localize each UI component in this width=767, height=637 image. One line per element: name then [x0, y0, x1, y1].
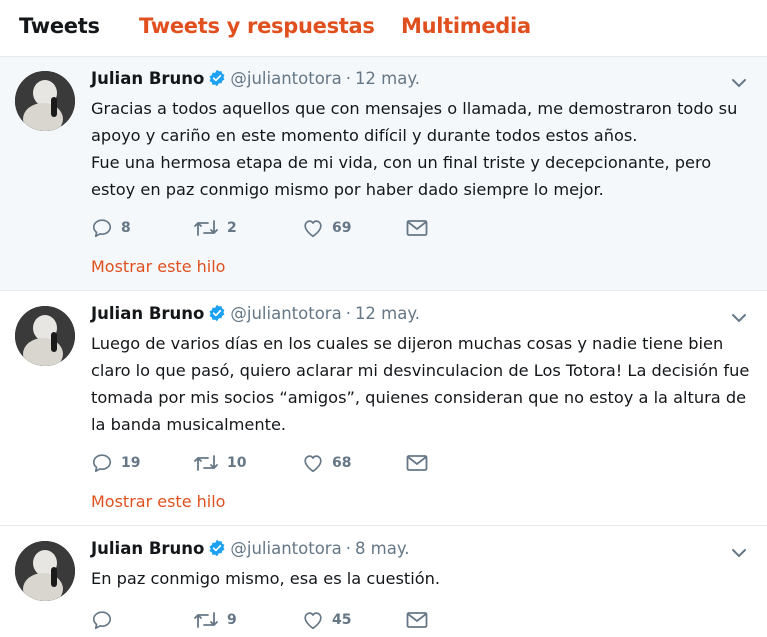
- show-thread-link[interactable]: Mostrar este hilo: [91, 257, 225, 276]
- heart-icon: [304, 220, 322, 238]
- reply-icon: [92, 454, 112, 473]
- like-button[interactable]: 68: [302, 452, 351, 474]
- show-thread-link[interactable]: Mostrar este hilo: [91, 492, 225, 511]
- tweet-date[interactable]: 12 may.: [355, 304, 420, 323]
- tweet-text-line: En paz conmigo mismo, esa es la cuestión…: [91, 569, 441, 588]
- retweet-button[interactable]: 9: [193, 609, 237, 631]
- retweet-icon: [194, 220, 218, 236]
- tweet-date[interactable]: 12 may.: [355, 69, 420, 88]
- display-name[interactable]: Julian Bruno: [91, 304, 204, 323]
- reply-button[interactable]: 19: [91, 452, 140, 474]
- separator: ·: [345, 539, 351, 558]
- direct-message-button[interactable]: [405, 217, 437, 239]
- tweet-text: Luego de varios días en los cuales se di…: [91, 330, 756, 438]
- avatar[interactable]: [15, 541, 75, 601]
- reply-count: 19: [121, 455, 141, 471]
- heart-icon: [304, 612, 322, 630]
- tweet-text-line: Luego de varios días en los cuales se di…: [91, 334, 750, 434]
- separator: ·: [345, 304, 351, 323]
- heart-icon: [304, 455, 322, 473]
- envelope-icon: [406, 612, 428, 628]
- retweet-button[interactable]: 10: [193, 452, 246, 474]
- chevron-down-icon[interactable]: [729, 308, 749, 328]
- tweet[interactable]: Julian Bruno @juliantotora · 8 may. En paz …: [0, 527, 767, 637]
- verified-badge-icon: [208, 69, 226, 91]
- tweet-text-line: Fue una hermosa etapa de mi vida, con un…: [91, 153, 712, 199]
- tweet-text-line: Gracias a todos aquellos que con mensaje…: [91, 99, 738, 145]
- tab-tweets-and-replies[interactable]: Tweets y respuestas: [139, 14, 375, 38]
- retweet-icon: [194, 612, 218, 628]
- verified-badge-icon: [208, 539, 226, 561]
- reply-button[interactable]: 8: [91, 217, 131, 239]
- reply-icon: [92, 611, 112, 630]
- display-name[interactable]: Julian Bruno: [91, 69, 204, 88]
- tweet[interactable]: Julian Bruno @juliantotora · 12 may. Gracia…: [0, 57, 767, 291]
- retweet-icon: [194, 455, 218, 471]
- avatar[interactable]: [15, 306, 75, 366]
- chevron-down-icon[interactable]: [729, 73, 749, 93]
- tweet-header: Julian Bruno @juliantotora · 12 may.: [91, 304, 420, 326]
- tweet-date[interactable]: 8 may.: [355, 539, 410, 558]
- envelope-icon: [406, 455, 428, 471]
- direct-message-button[interactable]: [405, 452, 437, 474]
- tweet-header: Julian Bruno @juliantotora · 12 may.: [91, 69, 420, 91]
- tweet-text: Gracias a todos aquellos que con mensaje…: [91, 95, 756, 203]
- like-count: 69: [332, 220, 352, 236]
- reply-count: 8: [121, 220, 131, 236]
- user-handle[interactable]: @juliantotora: [230, 539, 341, 558]
- envelope-icon: [406, 220, 428, 236]
- tweet-header: Julian Bruno @juliantotora · 8 may.: [91, 539, 410, 561]
- profile-tabs: Tweets Tweets y respuestas Multimedia: [0, 0, 767, 57]
- tweet[interactable]: Julian Bruno @juliantotora · 12 may. Luego …: [0, 292, 767, 526]
- chevron-down-icon[interactable]: [729, 543, 749, 563]
- reply-icon: [92, 219, 112, 238]
- retweet-count: 2: [227, 220, 237, 236]
- like-count: 68: [332, 455, 352, 471]
- display-name[interactable]: Julian Bruno: [91, 539, 204, 558]
- like-button[interactable]: 45: [302, 609, 351, 631]
- direct-message-button[interactable]: [405, 609, 437, 631]
- tab-media[interactable]: Multimedia: [401, 14, 531, 38]
- reply-button[interactable]: [91, 609, 121, 631]
- avatar[interactable]: [15, 71, 75, 131]
- retweet-count: 10: [227, 455, 247, 471]
- user-handle[interactable]: @juliantotora: [230, 304, 341, 323]
- tab-tweets[interactable]: Tweets: [19, 14, 100, 38]
- retweet-button[interactable]: 2: [193, 217, 237, 239]
- like-button[interactable]: 69: [302, 217, 351, 239]
- retweet-count: 9: [227, 612, 237, 628]
- separator: ·: [345, 69, 351, 88]
- user-handle[interactable]: @juliantotora: [230, 69, 341, 88]
- tweet-text: En paz conmigo mismo, esa es la cuestión…: [91, 565, 756, 592]
- verified-badge-icon: [208, 304, 226, 326]
- like-count: 45: [332, 612, 352, 628]
